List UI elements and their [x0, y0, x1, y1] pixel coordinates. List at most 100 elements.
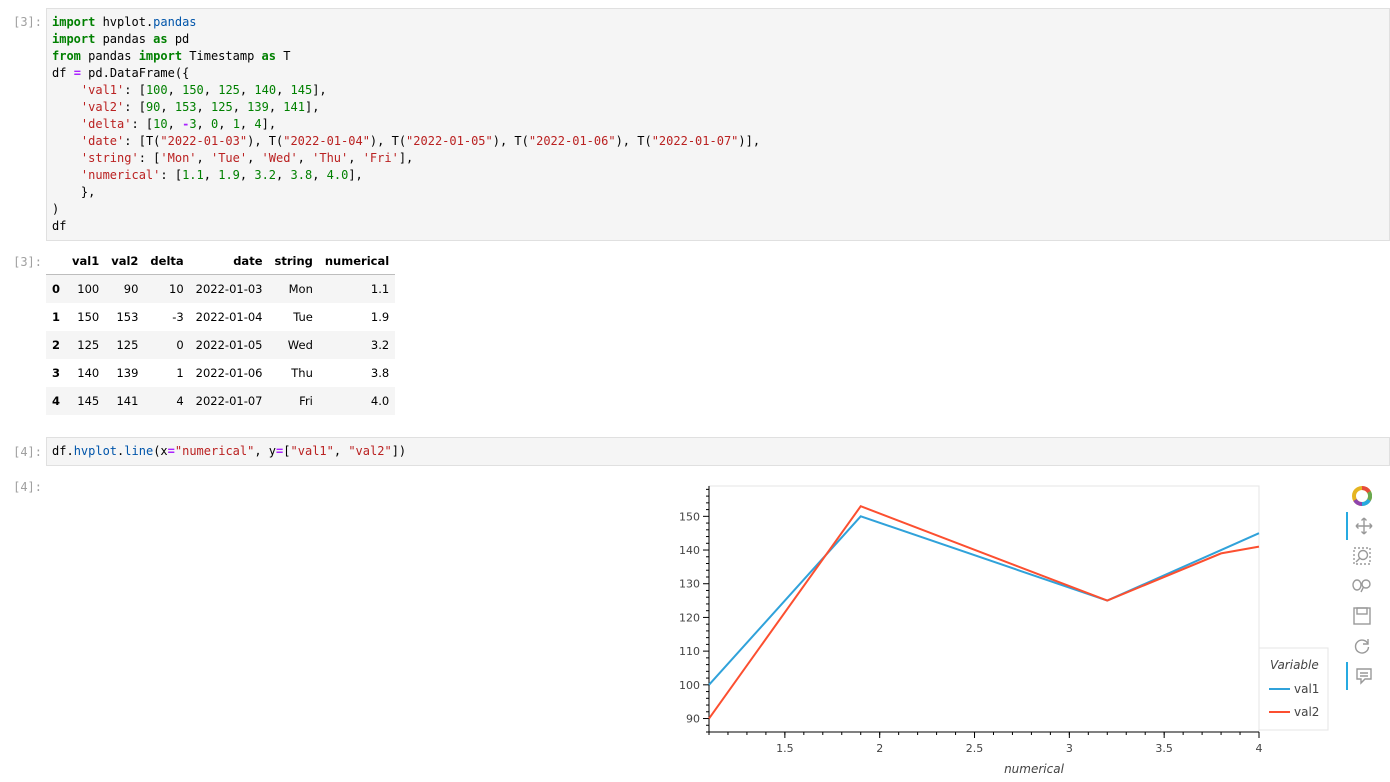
column-header: delta: [144, 248, 190, 275]
y-tick-label: 100: [679, 679, 700, 692]
table-cell: 150: [77, 310, 100, 324]
code-line: 'numerical': [1.1, 1.9, 3.2, 3.8, 4.0],: [80, 168, 363, 182]
table-cell: Tue: [293, 310, 313, 324]
column-header: val1: [66, 248, 106, 275]
column-header: numerical: [318, 248, 396, 275]
table-cell: 2022-01-05: [195, 338, 263, 352]
table-cell: Wed: [287, 338, 313, 352]
series-line-val2: [708, 505, 1260, 720]
row-index: 1: [52, 310, 61, 324]
table-cell: 100: [77, 282, 100, 296]
y-tick-label: 130: [679, 578, 700, 591]
series-line-val1: [708, 515, 1260, 686]
table-cell: 1.9: [370, 310, 390, 324]
code-line: from pandas import Timestamp as T: [52, 49, 291, 63]
x-tick-label: 4: [1256, 742, 1263, 755]
y-tick-label: 90: [686, 713, 700, 726]
legend-label-val2: val2: [1294, 705, 1319, 719]
code-line: df: [52, 219, 67, 233]
hover-icon[interactable]: [1346, 662, 1380, 690]
table-cell: 140: [77, 366, 100, 380]
table-cell: Thu: [291, 366, 313, 380]
line-plot[interactable]: 90 100 110 120 130 140 150 1.5 2 2.5 3 3.5 4 numerica…: [660, 478, 1340, 778]
table-cell: 3.2: [370, 338, 390, 352]
legend-title: Variable: [1270, 658, 1319, 672]
table-cell: 10: [169, 282, 184, 296]
code-line: 'val2': [90, 153, 125, 139, 141],: [80, 100, 320, 114]
code-line: ): [52, 202, 60, 216]
legend-label-val1: val1: [1294, 682, 1319, 696]
code-line: import pandas as pd: [52, 32, 190, 46]
code-line: import hvplot.pandas: [52, 15, 197, 29]
table-cell: Mon: [288, 282, 313, 296]
code-line: 'delta': [10, -3, 0, 1, 4],: [80, 117, 277, 131]
plot-frame: [708, 485, 1260, 733]
table-row: 2 125 125 0 2022-01-05 Wed 3.2: [46, 331, 396, 359]
code-line: 'string': ['Mon', 'Tue', 'Wed', 'Thu', '…: [80, 151, 414, 165]
table-cell: 2022-01-07: [195, 394, 263, 408]
wheel-zoom-icon[interactable]: [1346, 572, 1378, 600]
output-prompt-4: [4]:: [13, 480, 42, 494]
table-cell: 2022-01-04: [195, 310, 263, 324]
column-header: [46, 248, 67, 275]
table-cell: 153: [116, 310, 139, 324]
table-row: 4 145 141 4 2022-01-07 Fri 4.0: [46, 387, 396, 415]
row-index: 2: [52, 338, 61, 352]
table-row: 0 100 90 10 2022-01-03 Mon 1.1: [46, 274, 396, 303]
row-index: 0: [52, 282, 61, 296]
x-tick-label: 3: [1066, 742, 1073, 755]
code-line: 'val1': [100, 150, 125, 140, 145],: [80, 83, 327, 97]
code-line: },: [52, 185, 96, 199]
table-cell: 141: [116, 394, 139, 408]
column-header: string: [268, 248, 319, 275]
code-editor[interactable]: df.hvplot.line(x="numerical", y=["val1",…: [47, 438, 1389, 460]
code-line: df.hvplot.line(x="numerical", y=["val1",…: [52, 444, 407, 458]
table-cell: 125: [116, 338, 139, 352]
y-tick-label: 120: [679, 611, 700, 624]
table-header-row: val1 val2 delta date string numerical: [46, 248, 396, 275]
input-prompt-3: [3]:: [13, 15, 42, 29]
y-tick-label: 110: [679, 645, 700, 658]
box-zoom-icon[interactable]: [1346, 542, 1378, 570]
table-row: 3 140 139 1 2022-01-06 Thu 3.8: [46, 359, 395, 387]
code-line: 'date': [T("2022-01-03"), T("2022-01-04"…: [80, 134, 761, 148]
reset-icon[interactable]: [1346, 632, 1378, 660]
code-cell-3[interactable]: import hvplot.pandas import pandas as pd f…: [46, 8, 1390, 241]
x-tick-label: 2.5: [966, 742, 984, 755]
x-tick-label: 1.5: [776, 742, 794, 755]
column-header: date: [189, 248, 269, 275]
x-tick-label: 3.5: [1155, 742, 1173, 755]
plot-toolbar: [1346, 482, 1380, 702]
table-row: 1 150 153 -3 2022-01-04 Tue 1.9: [46, 303, 395, 331]
code-cell-4[interactable]: df.hvplot.line(x="numerical", y=["val1",…: [46, 437, 1390, 466]
pan-icon[interactable]: [1346, 512, 1380, 540]
output-prompt-3: [3]:: [13, 255, 42, 269]
x-tick-label: 2: [876, 742, 883, 755]
x-axis-label: numerical: [1004, 762, 1065, 776]
table-cell: 3.8: [370, 366, 390, 380]
table-cell: Fri: [299, 394, 313, 408]
save-icon[interactable]: [1346, 602, 1378, 630]
y-tick-label: 140: [679, 544, 700, 557]
line-chart-svg[interactable]: 90 100 110 120 130 140 150 1.5 2 2.5 3 3.5 4 numerica…: [660, 478, 1340, 778]
table-cell: 125: [77, 338, 100, 352]
table-cell: 2022-01-06: [195, 366, 263, 380]
table-cell: 1.1: [370, 282, 390, 296]
table-cell: 4.0: [370, 394, 390, 408]
code-editor[interactable]: import hvplot.pandas import pandas as pd f…: [47, 9, 1389, 235]
table-cell: 2022-01-03: [195, 282, 263, 296]
row-index: 4: [52, 394, 61, 408]
table-cell: 1: [176, 366, 184, 380]
row-index: 3: [52, 366, 61, 380]
code-line: df = pd.DataFrame({: [52, 66, 190, 80]
input-prompt-4: [4]:: [13, 445, 42, 459]
table-cell: 0: [176, 338, 184, 352]
bokeh-logo-icon[interactable]: [1346, 482, 1378, 510]
table-cell: 145: [77, 394, 100, 408]
table-cell: 90: [123, 282, 139, 296]
column-header: val2: [105, 248, 145, 275]
y-tick-label: 150: [679, 510, 700, 523]
table-cell: -3: [172, 310, 184, 324]
table-cell: 4: [176, 394, 184, 408]
table-cell: 139: [116, 366, 139, 380]
